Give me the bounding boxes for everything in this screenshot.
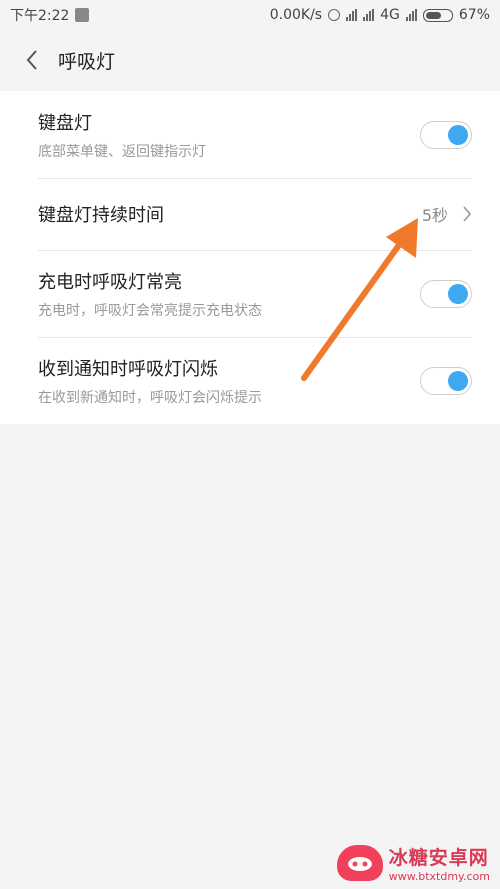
keyboard-light-toggle[interactable]	[420, 120, 472, 149]
network-type: 4G	[380, 7, 400, 23]
charging-light-toggle[interactable]	[420, 279, 472, 308]
setting-keyboard-light-duration[interactable]: 键盘灯持续时间 5秒	[0, 178, 500, 250]
toggle-knob	[448, 370, 468, 391]
notification-icon	[75, 8, 90, 22]
signal-icon	[346, 9, 358, 21]
page-title: 呼吸灯	[58, 50, 116, 73]
status-left: 下午2:22	[10, 5, 90, 25]
setting-charging-breathing-light[interactable]: 充电时呼吸灯常亮 充电时，呼吸灯会常亮提示充电状态	[0, 250, 500, 337]
signal-icon	[363, 9, 375, 21]
toggle-knob	[448, 283, 468, 304]
battery-icon	[422, 8, 453, 22]
watermark-url: www.btxtdmy.com	[388, 870, 490, 883]
signal-icon	[405, 9, 417, 21]
setting-label: 充电时呼吸灯常亮	[38, 271, 182, 293]
setting-notification-breathing-light[interactable]: 收到通知时呼吸灯闪烁 在收到新通知时，呼吸灯会闪烁提示	[0, 337, 500, 424]
header: 呼吸灯	[0, 30, 500, 90]
watermark-title: 冰糖安卓网	[388, 847, 489, 869]
network-speed: 0.00K/s	[269, 7, 323, 23]
duration-value: 5秒	[421, 206, 448, 225]
setting-label: 键盘灯持续时间	[38, 205, 164, 226]
toggle-knob	[448, 124, 468, 145]
setting-label: 收到通知时呼吸灯闪烁	[38, 358, 218, 380]
battery-percent: 67%	[458, 7, 490, 23]
status-time: 下午2:22	[10, 8, 70, 24]
setting-desc: 在收到新通知时，呼吸灯会闪烁提示	[38, 389, 262, 406]
settings-list: 键盘灯 底部菜单键、返回键指示灯 键盘灯持续时间 5秒 充电时呼吸灯常亮 充电时…	[0, 91, 500, 424]
setting-label: 键盘灯	[38, 112, 92, 134]
setting-desc: 底部菜单键、返回键指示灯	[38, 143, 206, 160]
battery-fill	[425, 11, 441, 19]
back-button[interactable]	[12, 40, 52, 80]
chevron-right-icon	[463, 206, 472, 222]
watermark-logo-icon	[336, 845, 383, 881]
notification-light-toggle[interactable]	[420, 366, 472, 395]
alarm-icon	[328, 9, 341, 21]
chevron-left-icon	[26, 50, 37, 70]
status-bar: 下午2:22 0.00K/s 4G 67%	[0, 0, 500, 30]
watermark: 冰糖安卓网 www.btxtdmy.com	[336, 843, 490, 883]
status-right: 0.00K/s 4G 67%	[270, 7, 490, 23]
setting-keyboard-light[interactable]: 键盘灯 底部菜单键、返回键指示灯	[0, 91, 500, 178]
setting-desc: 充电时，呼吸灯会常亮提示充电状态	[38, 302, 262, 319]
